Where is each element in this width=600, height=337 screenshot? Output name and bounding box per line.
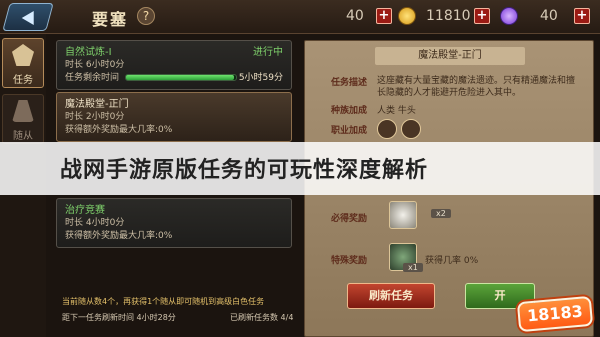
must-reward-key: 必得奖励 xyxy=(331,214,368,224)
job-trait-icon-2 xyxy=(401,119,421,139)
help-icon[interactable]: ? xyxy=(137,7,155,25)
mission-status: 进行中 xyxy=(253,47,283,58)
watermark-logo: 18183 xyxy=(516,295,594,333)
follower-hint: 当前随从数4个，再获得1个随从即可随机到高级白色任务 xyxy=(62,297,265,306)
special-reward-rate: 获得几率 0% xyxy=(425,256,479,266)
gem-value: 40 xyxy=(540,8,558,24)
must-reward-qty: x2 xyxy=(431,209,451,218)
must-reward-bottle-icon[interactable] xyxy=(389,201,417,229)
race-key: 种族加成 xyxy=(331,106,368,116)
gold-coin-icon xyxy=(398,7,416,25)
mission-bonus: 获得额外奖励最大几率:0% xyxy=(65,125,173,135)
mission-card-1[interactable]: 自然试炼-I 进行中 时长 6小时0分 任务剩余时间 5小时59分 xyxy=(56,40,292,90)
job-trait-icon-1 xyxy=(377,119,397,139)
back-arrow-icon xyxy=(21,11,34,25)
mission-name: 治疗竞赛 xyxy=(65,205,105,216)
special-reward-qty: x1 xyxy=(403,263,423,272)
follower-icon xyxy=(12,100,34,122)
mission-icon xyxy=(12,44,34,66)
resource-1-add-button[interactable]: + xyxy=(376,8,392,24)
mission-progress-fill xyxy=(126,75,234,80)
banner-title: 战网手游原版任务的可玩性深度解析 xyxy=(60,158,429,183)
mission-card-2[interactable]: 魔法殿堂-正门 时长 2小时0分 获得额外奖励最大几率:0% xyxy=(56,92,292,142)
page-title: 要塞 xyxy=(92,10,129,29)
gold-add-button[interactable]: + xyxy=(474,8,490,24)
detail-description: 这座藏有大量宝藏的魔法遗迹。只有精通魔法和擅长隐藏的人才能避开危险进入其中。 xyxy=(377,76,576,98)
tab-followers[interactable]: 随从 xyxy=(2,94,44,144)
race-bonus: 人类 牛头 xyxy=(377,106,416,116)
mission-remain-time: 5小时59分 xyxy=(238,73,283,83)
mission-duration: 时长 4小时0分 xyxy=(65,218,125,228)
gem-icon xyxy=(500,7,518,25)
refresh-countdown: 距下一任务刷新时间 4小时28分 xyxy=(62,313,176,322)
mission-name: 自然试炼-I xyxy=(65,47,112,58)
mission-duration: 时长 6小时0分 xyxy=(65,60,125,70)
mission-bonus: 获得额外奖励最大几率:0% xyxy=(65,231,173,241)
tab-mission-label: 任务 xyxy=(13,75,33,86)
mission-duration: 时长 2小时0分 xyxy=(65,112,125,122)
refresh-count: 已刷新任务数 4/4 xyxy=(230,313,294,322)
mission-progress-bar xyxy=(125,74,237,81)
tab-mission[interactable]: 任务 xyxy=(2,38,44,88)
mission-name: 魔法殿堂-正门 xyxy=(65,99,129,110)
mission-card-3[interactable]: 治疗竞赛 时长 4小时0分 获得额外奖励最大几率:0% xyxy=(56,198,292,248)
back-button[interactable] xyxy=(2,3,54,31)
desc-key: 任务描述 xyxy=(331,78,368,88)
gold-value: 11810 xyxy=(426,8,471,24)
tab-followers-label: 随从 xyxy=(13,131,33,142)
detail-title: 魔法殿堂-正门 xyxy=(375,47,525,65)
refresh-mission-button[interactable]: 刷新任务 xyxy=(347,283,435,309)
job-key: 职业加成 xyxy=(331,126,368,136)
resource-1-value: 40 xyxy=(346,8,364,24)
gem-add-button[interactable]: + xyxy=(574,8,590,24)
special-reward-key: 特殊奖励 xyxy=(331,256,368,266)
watermark-text: 18183 xyxy=(526,301,584,326)
top-bar: 要塞 ? 40 + 11810 + 40 + xyxy=(0,0,600,34)
